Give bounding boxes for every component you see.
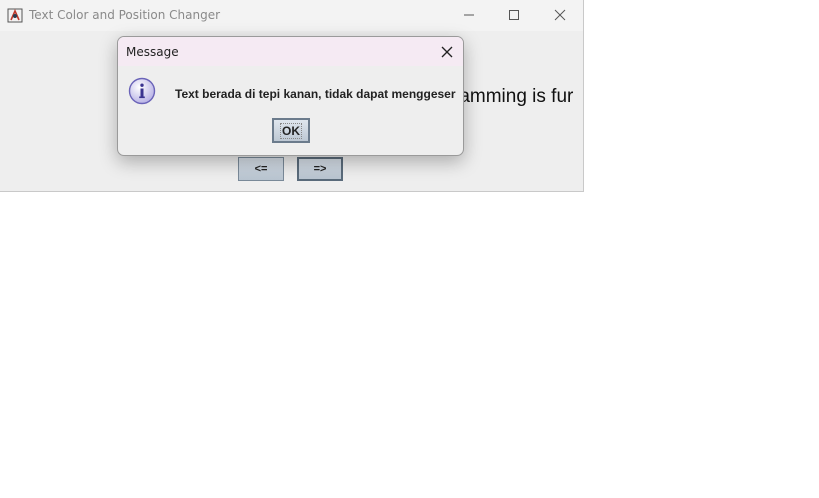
close-icon (554, 9, 566, 21)
dialog-close-button[interactable] (438, 43, 456, 61)
ok-button-label: OK (280, 122, 302, 139)
dialog-title: Message (126, 45, 179, 59)
move-left-button[interactable]: <= (238, 157, 284, 181)
close-button[interactable] (537, 0, 583, 31)
display-text: ramming is fur (453, 86, 574, 107)
maximize-icon (509, 10, 519, 20)
info-icon (128, 77, 156, 105)
dialog-titlebar[interactable]: Message (118, 37, 463, 66)
dialog-message: Text berada di tepi kanan, tidak dapat m… (175, 87, 456, 101)
ok-button[interactable]: OK (272, 118, 310, 143)
close-icon (441, 46, 453, 58)
move-right-button[interactable]: => (297, 157, 343, 181)
maximize-button[interactable] (491, 0, 537, 31)
java-app-icon (7, 7, 23, 23)
minimize-button[interactable] (446, 0, 492, 31)
window-titlebar[interactable]: Text Color and Position Changer (0, 0, 583, 31)
message-dialog: Message Text berada di tepi kanan, tidak… (117, 36, 464, 156)
minimize-icon (464, 14, 474, 16)
screen: Text Color and Position Changer ramming … (0, 0, 819, 498)
window-title: Text Color and Position Changer (29, 8, 221, 22)
